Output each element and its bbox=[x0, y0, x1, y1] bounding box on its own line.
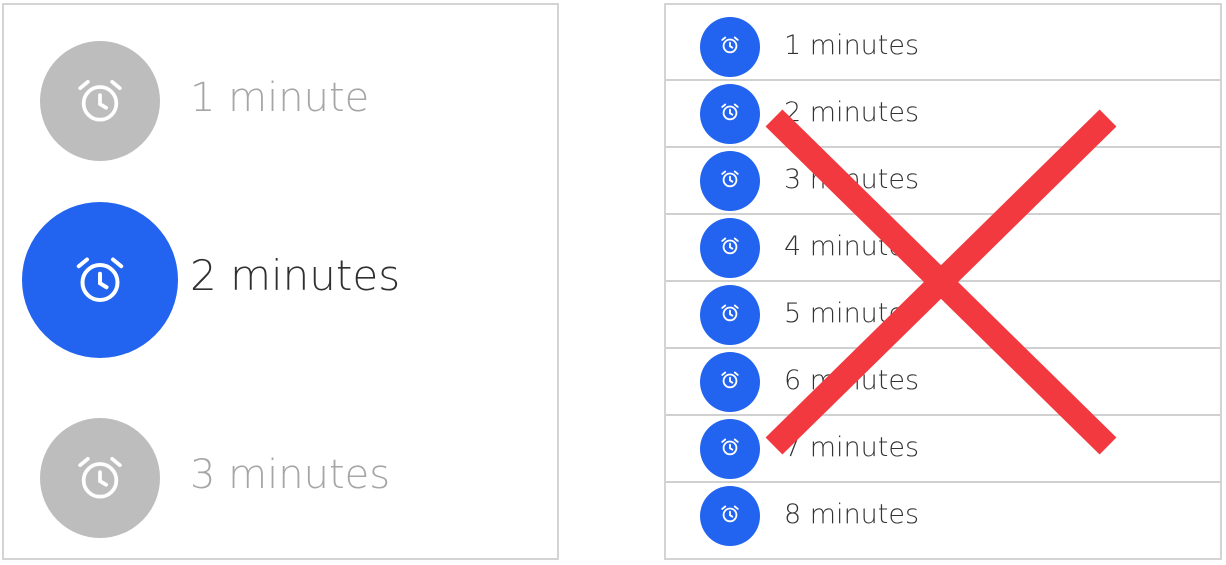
item-icon-circle bbox=[700, 285, 760, 345]
item-icon-circle bbox=[700, 218, 760, 278]
item-label: 2 minutes bbox=[190, 251, 401, 300]
row-label: 3 minutes bbox=[784, 164, 920, 195]
item-label: 1 minute bbox=[190, 75, 370, 121]
alarm-clock-icon bbox=[719, 436, 741, 462]
list-row[interactable]: 6 minutes bbox=[666, 349, 1220, 416]
list-row[interactable]: 2 minutes bbox=[666, 81, 1220, 148]
alarm-clock-icon bbox=[72, 450, 128, 506]
row-label: 7 minutes bbox=[784, 432, 920, 463]
alarm-clock-icon bbox=[719, 101, 741, 127]
wearable-list-good-example: 1 minute 2 minutes 3 minutes bbox=[2, 3, 559, 560]
item-icon-circle bbox=[22, 202, 178, 358]
row-label: 6 minutes bbox=[784, 365, 920, 396]
alarm-clock-icon bbox=[72, 73, 128, 129]
alarm-clock-icon bbox=[719, 369, 741, 395]
alarm-clock-icon bbox=[719, 235, 741, 261]
row-label: 5 minutes bbox=[784, 298, 920, 329]
dense-list-bad-example: 1 minutes 2 minutes 3 minutes 4 minutes … bbox=[664, 3, 1222, 560]
alarm-clock-icon bbox=[719, 302, 741, 328]
item-icon-circle bbox=[40, 418, 160, 538]
row-label: 8 minutes bbox=[784, 499, 920, 530]
list: 1 minutes 2 minutes 3 minutes 4 minutes … bbox=[666, 14, 1220, 550]
row-label: 2 minutes bbox=[784, 97, 920, 128]
item-icon-circle bbox=[700, 352, 760, 412]
list-row[interactable]: 3 minutes bbox=[666, 148, 1220, 215]
list-row[interactable]: 7 minutes bbox=[666, 416, 1220, 483]
item-label: 3 minutes bbox=[190, 452, 391, 498]
alarm-clock-icon bbox=[719, 34, 741, 60]
item-icon-circle bbox=[700, 84, 760, 144]
alarm-clock-icon bbox=[719, 168, 741, 194]
alarm-clock-icon bbox=[719, 503, 741, 529]
row-label: 1 minutes bbox=[784, 30, 920, 61]
item-icon-circle bbox=[700, 419, 760, 479]
list-row[interactable]: 8 minutes bbox=[666, 483, 1220, 550]
item-icon-circle bbox=[700, 151, 760, 211]
item-icon-circle bbox=[700, 17, 760, 77]
list-row[interactable]: 4 minutes bbox=[666, 215, 1220, 282]
list-row[interactable]: 1 minutes bbox=[666, 14, 1220, 81]
row-label: 4 minutes bbox=[784, 231, 920, 262]
item-icon-circle bbox=[40, 41, 160, 161]
list-row[interactable]: 5 minutes bbox=[666, 282, 1220, 349]
alarm-clock-icon bbox=[70, 250, 130, 310]
item-icon-circle bbox=[700, 486, 760, 546]
